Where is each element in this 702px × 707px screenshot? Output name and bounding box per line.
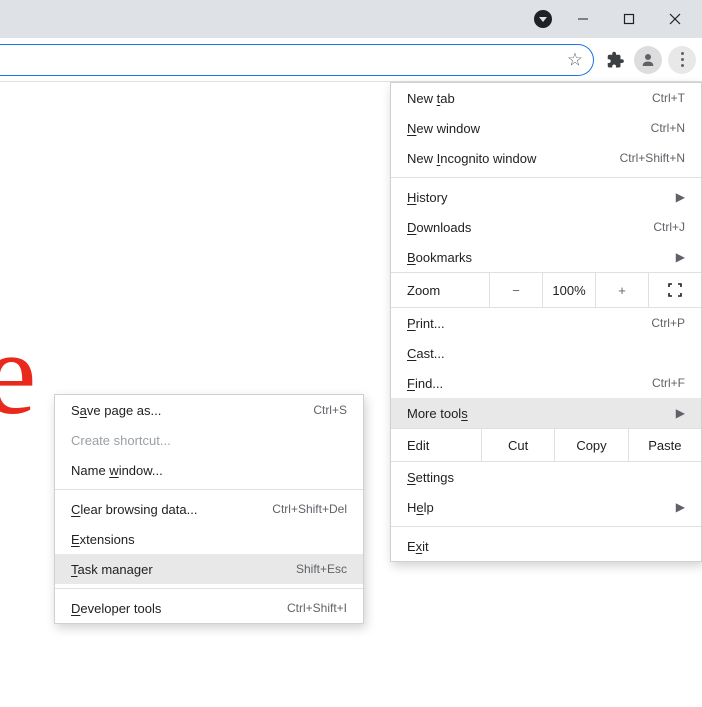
submenu-developer-tools[interactable]: Developer tools Ctrl+Shift+I	[55, 593, 363, 623]
menu-edit-row: Edit Cut Copy Paste	[391, 428, 701, 462]
address-bar[interactable]: ☆	[0, 44, 594, 76]
paste-button[interactable]: Paste	[628, 429, 701, 461]
submenu-extensions[interactable]: Extensions	[55, 524, 363, 554]
chevron-right-icon: ▶	[676, 190, 685, 204]
menu-new-incognito[interactable]: New Incognito window Ctrl+Shift+N	[391, 143, 701, 173]
menu-zoom-row: Zoom − 100% +	[391, 272, 701, 308]
chrome-menu-button[interactable]	[668, 46, 696, 74]
edit-label: Edit	[391, 438, 481, 453]
extensions-icon[interactable]	[600, 44, 632, 76]
menu-downloads[interactable]: Downloads Ctrl+J	[391, 212, 701, 242]
menu-find[interactable]: Find... Ctrl+F	[391, 368, 701, 398]
chevron-right-icon: ▶	[676, 406, 685, 420]
menu-cast[interactable]: Cast...	[391, 338, 701, 368]
fullscreen-button[interactable]	[648, 273, 701, 307]
window-titlebar	[0, 0, 702, 38]
zoom-in-button[interactable]: +	[595, 273, 648, 307]
menu-help[interactable]: Help ▶	[391, 492, 701, 522]
menu-new-tab[interactable]: New tab Ctrl+T	[391, 83, 701, 113]
zoom-label: Zoom	[391, 283, 489, 298]
window-close-button[interactable]	[652, 0, 698, 38]
menu-exit[interactable]: Exit	[391, 531, 701, 561]
zoom-value: 100%	[542, 273, 595, 307]
copy-button[interactable]: Copy	[554, 429, 627, 461]
window-maximize-button[interactable]	[606, 0, 652, 38]
zoom-out-button[interactable]: −	[489, 273, 542, 307]
extension-badge-icon[interactable]	[534, 10, 552, 28]
submenu-clear-data[interactable]: Clear browsing data... Ctrl+Shift+Del	[55, 494, 363, 524]
logo-fragment: e	[0, 306, 36, 442]
chevron-right-icon: ▶	[676, 500, 685, 514]
menu-bookmarks[interactable]: Bookmarks ▶	[391, 242, 701, 272]
menu-separator	[55, 489, 363, 490]
menu-separator	[391, 526, 701, 527]
submenu-task-manager[interactable]: Task manager Shift+Esc	[55, 554, 363, 584]
menu-new-window[interactable]: New window Ctrl+N	[391, 113, 701, 143]
more-tools-submenu: Save page as... Ctrl+S Create shortcut..…	[54, 394, 364, 624]
profile-button[interactable]	[632, 44, 664, 76]
bookmark-star-icon[interactable]: ☆	[567, 49, 583, 70]
cut-button[interactable]: Cut	[481, 429, 554, 461]
menu-separator	[391, 177, 701, 178]
menu-separator	[55, 588, 363, 589]
chrome-main-menu: New tab Ctrl+T New window Ctrl+N New Inc…	[390, 82, 702, 562]
menu-settings[interactable]: Settings	[391, 462, 701, 492]
window-minimize-button[interactable]	[560, 0, 606, 38]
menu-more-tools[interactable]: More tools ▶	[391, 398, 701, 428]
submenu-create-shortcut: Create shortcut...	[55, 425, 363, 455]
browser-toolbar: ☆	[0, 38, 702, 82]
menu-print[interactable]: Print... Ctrl+P	[391, 308, 701, 338]
submenu-save-page[interactable]: Save page as... Ctrl+S	[55, 395, 363, 425]
submenu-name-window[interactable]: Name window...	[55, 455, 363, 485]
menu-history[interactable]: History ▶	[391, 182, 701, 212]
chevron-right-icon: ▶	[676, 250, 685, 264]
